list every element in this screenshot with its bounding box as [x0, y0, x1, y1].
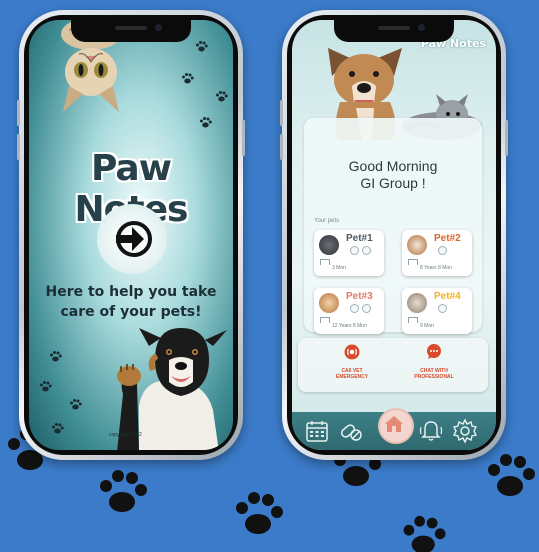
cake-icon: [408, 259, 418, 265]
bell-icon[interactable]: [418, 418, 444, 444]
cake-icon: [408, 317, 418, 323]
cake-icon: [320, 317, 330, 323]
pet-name: Pet#2: [434, 233, 461, 244]
emergency-icon: [344, 344, 360, 360]
phone-notch: [71, 20, 191, 42]
medicine-icon[interactable]: [338, 418, 364, 444]
pet-avatar: [319, 235, 339, 255]
paw-print-decoration: [182, 73, 194, 84]
pet-card[interactable]: Pet#2 8 Years 8 Mon: [402, 230, 472, 276]
pet-age: 8 Years 8 Mon: [420, 265, 452, 271]
check-icon: [438, 246, 447, 255]
copyright-text: copyright 2022: [109, 432, 142, 438]
pet-avatar: [319, 293, 339, 313]
pet-card[interactable]: Pet#4 9 Mon: [402, 288, 472, 334]
paw-print-decoration: [40, 381, 52, 392]
home-icon: [385, 416, 403, 432]
action-label: EMERGENCY: [335, 374, 369, 380]
tagline-text: Here to help you take care of your pets!: [45, 284, 217, 320]
paw-print-decoration: [200, 117, 212, 128]
pet-name: Pet#1: [346, 233, 373, 244]
arrow-enter-icon: [116, 221, 152, 257]
volume-button: [17, 134, 20, 160]
paw-print-decoration: [50, 351, 62, 362]
pet-avatar: [407, 293, 427, 313]
pet-name: Pet#3: [346, 291, 373, 302]
pet-card[interactable]: Pet#1 3 Mon: [314, 230, 384, 276]
volume-button: [280, 134, 283, 160]
pet-age: 3 Mon: [332, 265, 346, 271]
pet-avatar: [407, 235, 427, 255]
pet-age: 12 Years 8 Mon: [332, 323, 367, 329]
enter-button[interactable]: [97, 204, 167, 274]
paw-print-decoration: [403, 515, 446, 552]
cake-icon: [320, 259, 330, 265]
paw-print-decoration: [52, 423, 64, 434]
home-screen: Paw Notes Good Morning GI Group ! Your p…: [292, 20, 496, 450]
paw-print-decoration: [488, 454, 535, 496]
section-label: Your pets: [314, 218, 340, 224]
paw-print-decoration: [196, 41, 208, 52]
user-name: GI Group !: [360, 175, 426, 191]
settings-icon[interactable]: [452, 418, 478, 444]
paw-print-decoration: [100, 470, 147, 512]
check-icon: [438, 304, 447, 313]
pet-name: Pet#4: [434, 291, 461, 302]
edit-icon: [362, 246, 371, 255]
action-label: PROFESSIONAL: [414, 374, 454, 380]
check-icon: [350, 246, 359, 255]
call-vet-emergency-button[interactable]: CAll VET EMERGENCY: [316, 344, 388, 380]
bottom-tab-bar: [292, 408, 496, 450]
paw-print-decoration: [70, 399, 82, 410]
chat-with-professional-button[interactable]: CHAT WITH PROFESSIONAL: [398, 344, 470, 380]
edit-icon: [362, 304, 371, 313]
volume-button: [280, 100, 283, 126]
chat-icon: [427, 344, 441, 359]
pet-age: 9 Mon: [420, 323, 434, 329]
pets-card: Good Morning GI Group ! Your pets Pet#1 …: [304, 118, 482, 334]
splash-screen: Paw Notes Here to help you take care of …: [29, 20, 233, 450]
dog-illustration: [117, 328, 227, 450]
pet-card[interactable]: Pet#3 12 Years 8 Mon: [314, 288, 384, 334]
power-button: [242, 120, 245, 156]
check-icon: [350, 304, 359, 313]
home-tab[interactable]: [378, 408, 414, 444]
greeting-text: Good Morning GI Group !: [304, 158, 482, 192]
paw-print-decoration: [216, 91, 228, 102]
quick-actions: CAll VET EMERGENCY CHAT WITH PROFESSIONA…: [298, 338, 488, 392]
paw-print-decoration: [236, 492, 283, 534]
volume-button: [17, 100, 20, 126]
phone-notch: [334, 20, 454, 42]
power-button: [505, 120, 508, 156]
greeting-line: Good Morning: [348, 158, 438, 174]
calendar-icon[interactable]: [304, 418, 330, 444]
